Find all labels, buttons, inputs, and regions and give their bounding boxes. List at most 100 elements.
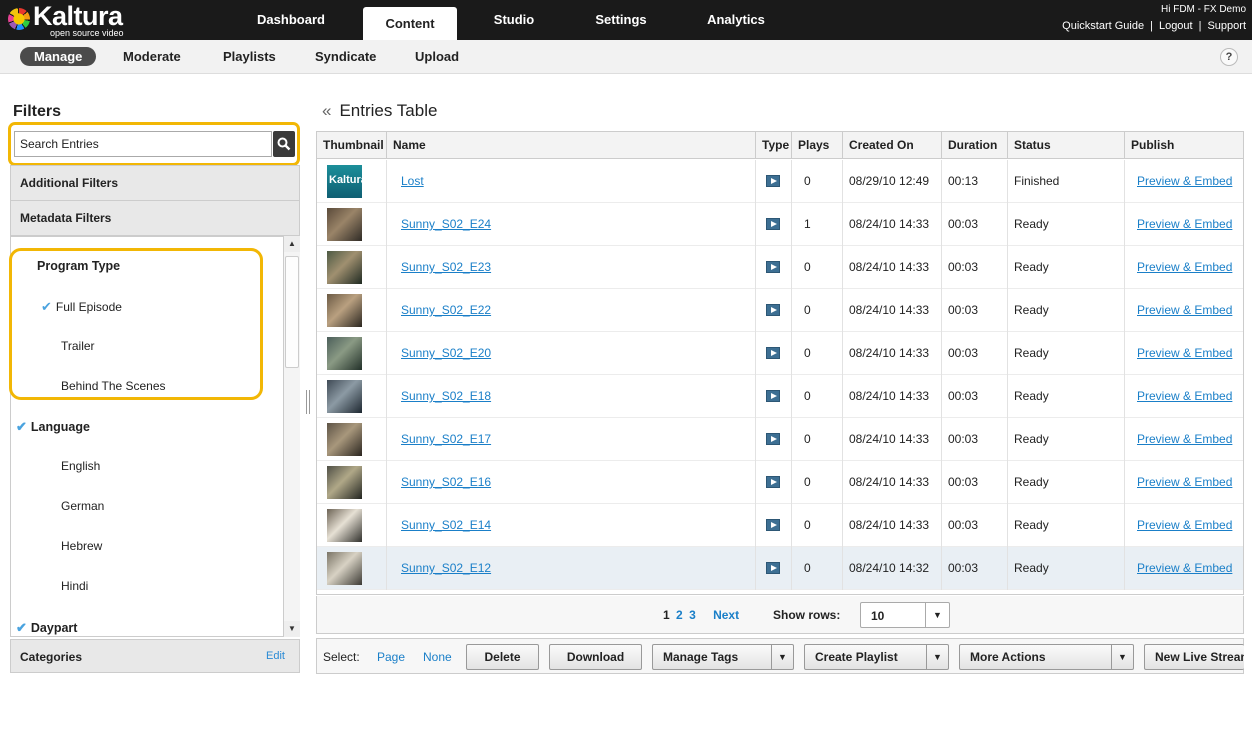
- col-status[interactable]: Status: [1008, 132, 1125, 159]
- categories-edit-link[interactable]: Edit: [266, 650, 285, 662]
- support-link[interactable]: Support: [1207, 20, 1246, 32]
- tab-settings[interactable]: Settings: [578, 0, 664, 40]
- manage-tags-button[interactable]: Manage Tags ▼: [652, 644, 794, 670]
- table-row[interactable]: Sunny_S02_E23 0 08/24/10 14:33 00:03 Ready Pr…: [317, 246, 1243, 289]
- preview-embed-link[interactable]: Preview & Embed: [1137, 518, 1232, 532]
- create-playlist-button[interactable]: Create Playlist ▼: [804, 644, 949, 670]
- tab-analytics[interactable]: Analytics: [692, 0, 780, 40]
- filter-item-hindi[interactable]: Hindi: [61, 579, 88, 593]
- filter-item-hebrew[interactable]: Hebrew: [61, 539, 102, 553]
- table-row[interactable]: Sunny_S02_E18 0 08/24/10 14:33 00:03 Ready Pr…: [317, 375, 1243, 418]
- filter-item-trailer[interactable]: Trailer: [61, 339, 95, 353]
- subtab-manage[interactable]: Manage: [20, 47, 97, 66]
- table-row[interactable]: Sunny_S02_E12 0 08/24/10 14:32 00:03 Ready Pr…: [317, 547, 1243, 590]
- table-row[interactable]: Kaltura Lost 0 08/29/10 12:49 00:13 Finished P…: [317, 160, 1243, 203]
- col-publish[interactable]: Publish: [1125, 132, 1243, 159]
- subtab-moderate[interactable]: Moderate: [123, 49, 181, 64]
- thumbnail-image[interactable]: [327, 208, 362, 241]
- filter-group-program-type[interactable]: Program Type: [37, 259, 120, 273]
- subtab-upload[interactable]: Upload: [415, 49, 459, 64]
- preview-embed-link[interactable]: Preview & Embed: [1137, 561, 1232, 575]
- thumbnail-image[interactable]: [327, 466, 362, 499]
- col-type[interactable]: Type: [756, 132, 792, 159]
- logout-link[interactable]: Logout: [1159, 20, 1193, 32]
- additional-filters-header[interactable]: Additional Filters: [10, 165, 300, 201]
- rows-per-page-select[interactable]: 10 ▼: [860, 602, 950, 628]
- delete-button[interactable]: Delete: [466, 644, 539, 670]
- table-row[interactable]: Sunny_S02_E16 0 08/24/10 14:33 00:03 Ready Pr…: [317, 461, 1243, 504]
- table-row[interactable]: Sunny_S02_E24 1 08/24/10 14:33 00:03 Ready Pr…: [317, 203, 1243, 246]
- thumbnail-image[interactable]: [327, 552, 362, 585]
- chevron-down-icon[interactable]: ▼: [1111, 645, 1133, 669]
- col-duration[interactable]: Duration: [942, 132, 1008, 159]
- page-2-link[interactable]: 2: [676, 608, 683, 622]
- filter-item-behind-the-scenes[interactable]: Behind The Scenes: [61, 379, 166, 393]
- entry-name-link[interactable]: Sunny_S02_E17: [401, 432, 491, 446]
- tab-studio[interactable]: Studio: [476, 0, 552, 40]
- scrollbar-thumb[interactable]: [285, 256, 299, 368]
- preview-embed-link[interactable]: Preview & Embed: [1137, 217, 1232, 231]
- entry-name-link[interactable]: Sunny_S02_E24: [401, 217, 491, 231]
- scroll-down-icon[interactable]: ▼: [284, 621, 300, 637]
- thumbnail-image[interactable]: [327, 294, 362, 327]
- pane-splitter[interactable]: [306, 390, 312, 414]
- table-row[interactable]: Sunny_S02_E14 0 08/24/10 14:33 00:03 Ready Pr…: [317, 504, 1243, 547]
- entry-name-link[interactable]: Lost: [401, 174, 424, 188]
- col-name[interactable]: Name: [387, 132, 756, 159]
- thumbnail-image[interactable]: [327, 380, 362, 413]
- thumbnail-image[interactable]: [327, 423, 362, 456]
- filter-item-english[interactable]: English: [61, 459, 100, 473]
- more-actions-button[interactable]: More Actions ▼: [959, 644, 1134, 670]
- col-thumbnail[interactable]: Thumbnail: [317, 132, 387, 159]
- select-none-link[interactable]: None: [423, 650, 452, 664]
- page-3-link[interactable]: 3: [689, 608, 696, 622]
- categories-header[interactable]: Categories Edit: [10, 639, 300, 673]
- search-input[interactable]: [14, 131, 272, 157]
- next-page-link[interactable]: Next: [713, 608, 739, 622]
- new-live-stream-button[interactable]: New Live Stream: [1144, 644, 1244, 670]
- scroll-up-icon[interactable]: ▲: [284, 236, 300, 252]
- entry-name-link[interactable]: Sunny_S02_E23: [401, 260, 491, 274]
- thumbnail-image[interactable]: [327, 251, 362, 284]
- table-row[interactable]: Sunny_S02_E20 0 08/24/10 14:33 00:03 Ready Pr…: [317, 332, 1243, 375]
- subtab-playlists[interactable]: Playlists: [223, 49, 276, 64]
- filter-group-language[interactable]: ✔ Language: [16, 419, 90, 435]
- tab-dashboard[interactable]: Dashboard: [236, 0, 346, 40]
- filter-item-german[interactable]: German: [61, 499, 104, 513]
- preview-embed-link[interactable]: Preview & Embed: [1137, 260, 1232, 274]
- entry-name-link[interactable]: Sunny_S02_E14: [401, 518, 491, 532]
- tab-content[interactable]: Content: [363, 7, 457, 40]
- thumbnail-logo[interactable]: Kaltura: [327, 165, 367, 198]
- table-row[interactable]: Sunny_S02_E22 0 08/24/10 14:33 00:03 Ready Pr…: [317, 289, 1243, 332]
- preview-embed-link[interactable]: Preview & Embed: [1137, 475, 1232, 489]
- preview-embed-link[interactable]: Preview & Embed: [1137, 432, 1232, 446]
- page-current[interactable]: 1: [663, 608, 670, 622]
- thumbnail-image[interactable]: [327, 337, 362, 370]
- download-button[interactable]: Download: [549, 644, 642, 670]
- table-row[interactable]: Sunny_S02_E17 0 08/24/10 14:33 00:03 Ready Pr…: [317, 418, 1243, 461]
- quickstart-guide-link[interactable]: Quickstart Guide: [1062, 20, 1144, 32]
- filter-item-full-episode[interactable]: ✔ Full Episode: [41, 299, 122, 315]
- collapse-icon[interactable]: «: [322, 101, 331, 120]
- preview-embed-link[interactable]: Preview & Embed: [1137, 389, 1232, 403]
- preview-embed-link[interactable]: Preview & Embed: [1137, 346, 1232, 360]
- entry-name-link[interactable]: Sunny_S02_E22: [401, 303, 491, 317]
- col-created-on[interactable]: Created On: [843, 132, 942, 159]
- entry-name-link[interactable]: Sunny_S02_E18: [401, 389, 491, 403]
- select-page-link[interactable]: Page: [377, 650, 405, 664]
- metadata-filters-header[interactable]: Metadata Filters: [10, 200, 300, 236]
- kaltura-logo[interactable]: Kaltura open source video: [6, 1, 146, 38]
- entry-name-link[interactable]: Sunny_S02_E20: [401, 346, 491, 360]
- preview-embed-link[interactable]: Preview & Embed: [1137, 174, 1232, 188]
- filter-scrollbar[interactable]: ▲ ▼: [283, 236, 300, 637]
- entry-name-link[interactable]: Sunny_S02_E12: [401, 561, 491, 575]
- help-button[interactable]: ?: [1220, 48, 1238, 66]
- entry-name-link[interactable]: Sunny_S02_E16: [401, 475, 491, 489]
- filter-group-daypart[interactable]: ✔ Daypart: [16, 620, 77, 636]
- thumbnail-image[interactable]: [327, 509, 362, 542]
- search-button[interactable]: [273, 131, 295, 157]
- chevron-down-icon[interactable]: ▼: [771, 645, 793, 669]
- preview-embed-link[interactable]: Preview & Embed: [1137, 303, 1232, 317]
- subtab-syndicate[interactable]: Syndicate: [315, 49, 376, 64]
- chevron-down-icon[interactable]: ▼: [926, 645, 948, 669]
